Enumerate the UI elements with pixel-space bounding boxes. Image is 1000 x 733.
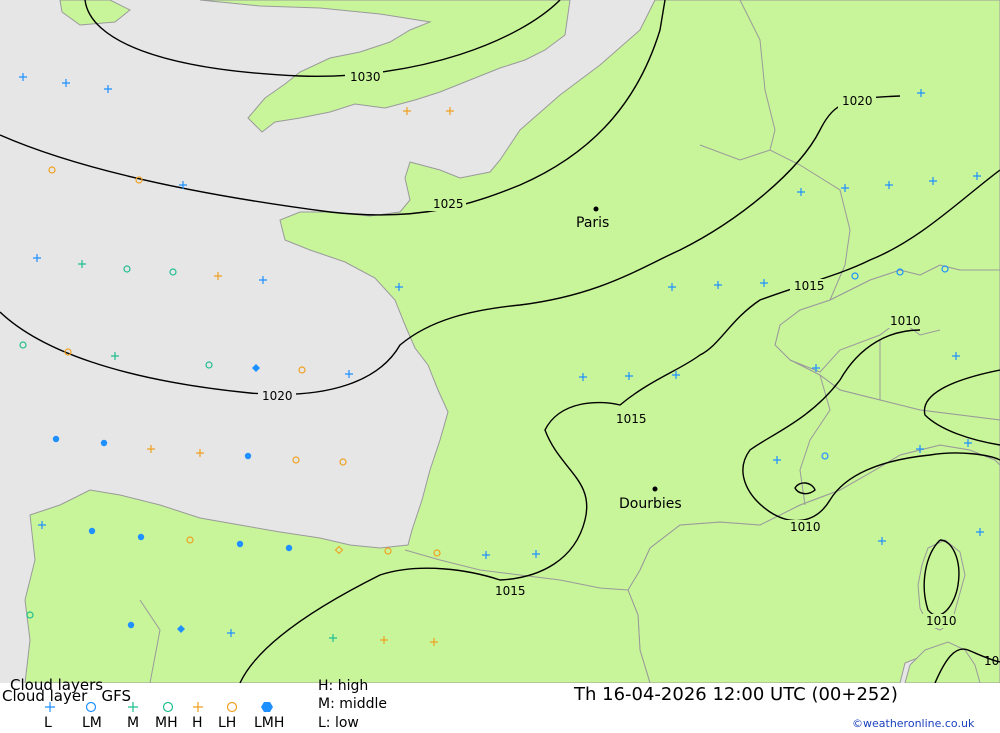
isobar-label: 1015 — [495, 584, 526, 598]
isobar-label: 10 — [984, 654, 999, 668]
city-label-dourbies: Dourbies — [619, 496, 682, 512]
legend-low-plus-icon — [45, 702, 55, 712]
legend-lowmid-ring-icon — [85, 701, 97, 713]
legend-code-h: H — [192, 715, 203, 731]
isobar-label: 1015 — [794, 279, 825, 293]
isobar-label: 1015 — [616, 412, 647, 426]
level-high-label: H: high — [318, 678, 369, 694]
legend-code-lm: LM — [82, 715, 102, 731]
legend-code-l: L — [44, 715, 52, 731]
copyright-link[interactable]: ©weatheronline.co.uk — [852, 717, 974, 730]
level-low-label: L: low — [318, 715, 359, 731]
forecast-datetime: Th 16-04-2026 12:00 UTC (00+252) — [574, 684, 898, 705]
isobar-label: 1020 — [842, 94, 873, 108]
legend-symbols — [45, 701, 273, 713]
legend-mid-plus-icon — [128, 702, 138, 712]
legend-lowhigh-ring-icon — [226, 701, 238, 713]
legend-lmh-filled-icon — [261, 702, 273, 712]
legend-high-plus-icon — [193, 702, 203, 712]
legend-code-mh: MH — [155, 715, 178, 731]
city-label-paris: Paris — [576, 215, 609, 231]
map-footer: Cloud layers Cloud layer GFS L LM M MH H… — [0, 676, 1000, 733]
isobar-label: 1010 — [790, 520, 821, 534]
level-middle-label: M: middle — [318, 696, 388, 712]
weather-map: 1030 1025 1020 1020 1015 1015 1015 1010 … — [0, 0, 1000, 683]
isobar-label: 1025 — [433, 197, 464, 211]
isobar-label: 1010 — [890, 314, 921, 328]
legend-code-m: M — [127, 715, 140, 731]
city-dot-dourbies — [652, 486, 658, 492]
isobar-label: 1020 — [262, 389, 293, 403]
isobar-label: 1010 — [926, 614, 957, 628]
isobar-label: 1030 — [350, 70, 381, 84]
legend-code-lmh: LMH — [254, 715, 285, 731]
legend-midhigh-ring-icon — [162, 701, 174, 713]
legend-code-lh: LH — [218, 715, 237, 731]
city-dot-paris — [593, 206, 599, 212]
